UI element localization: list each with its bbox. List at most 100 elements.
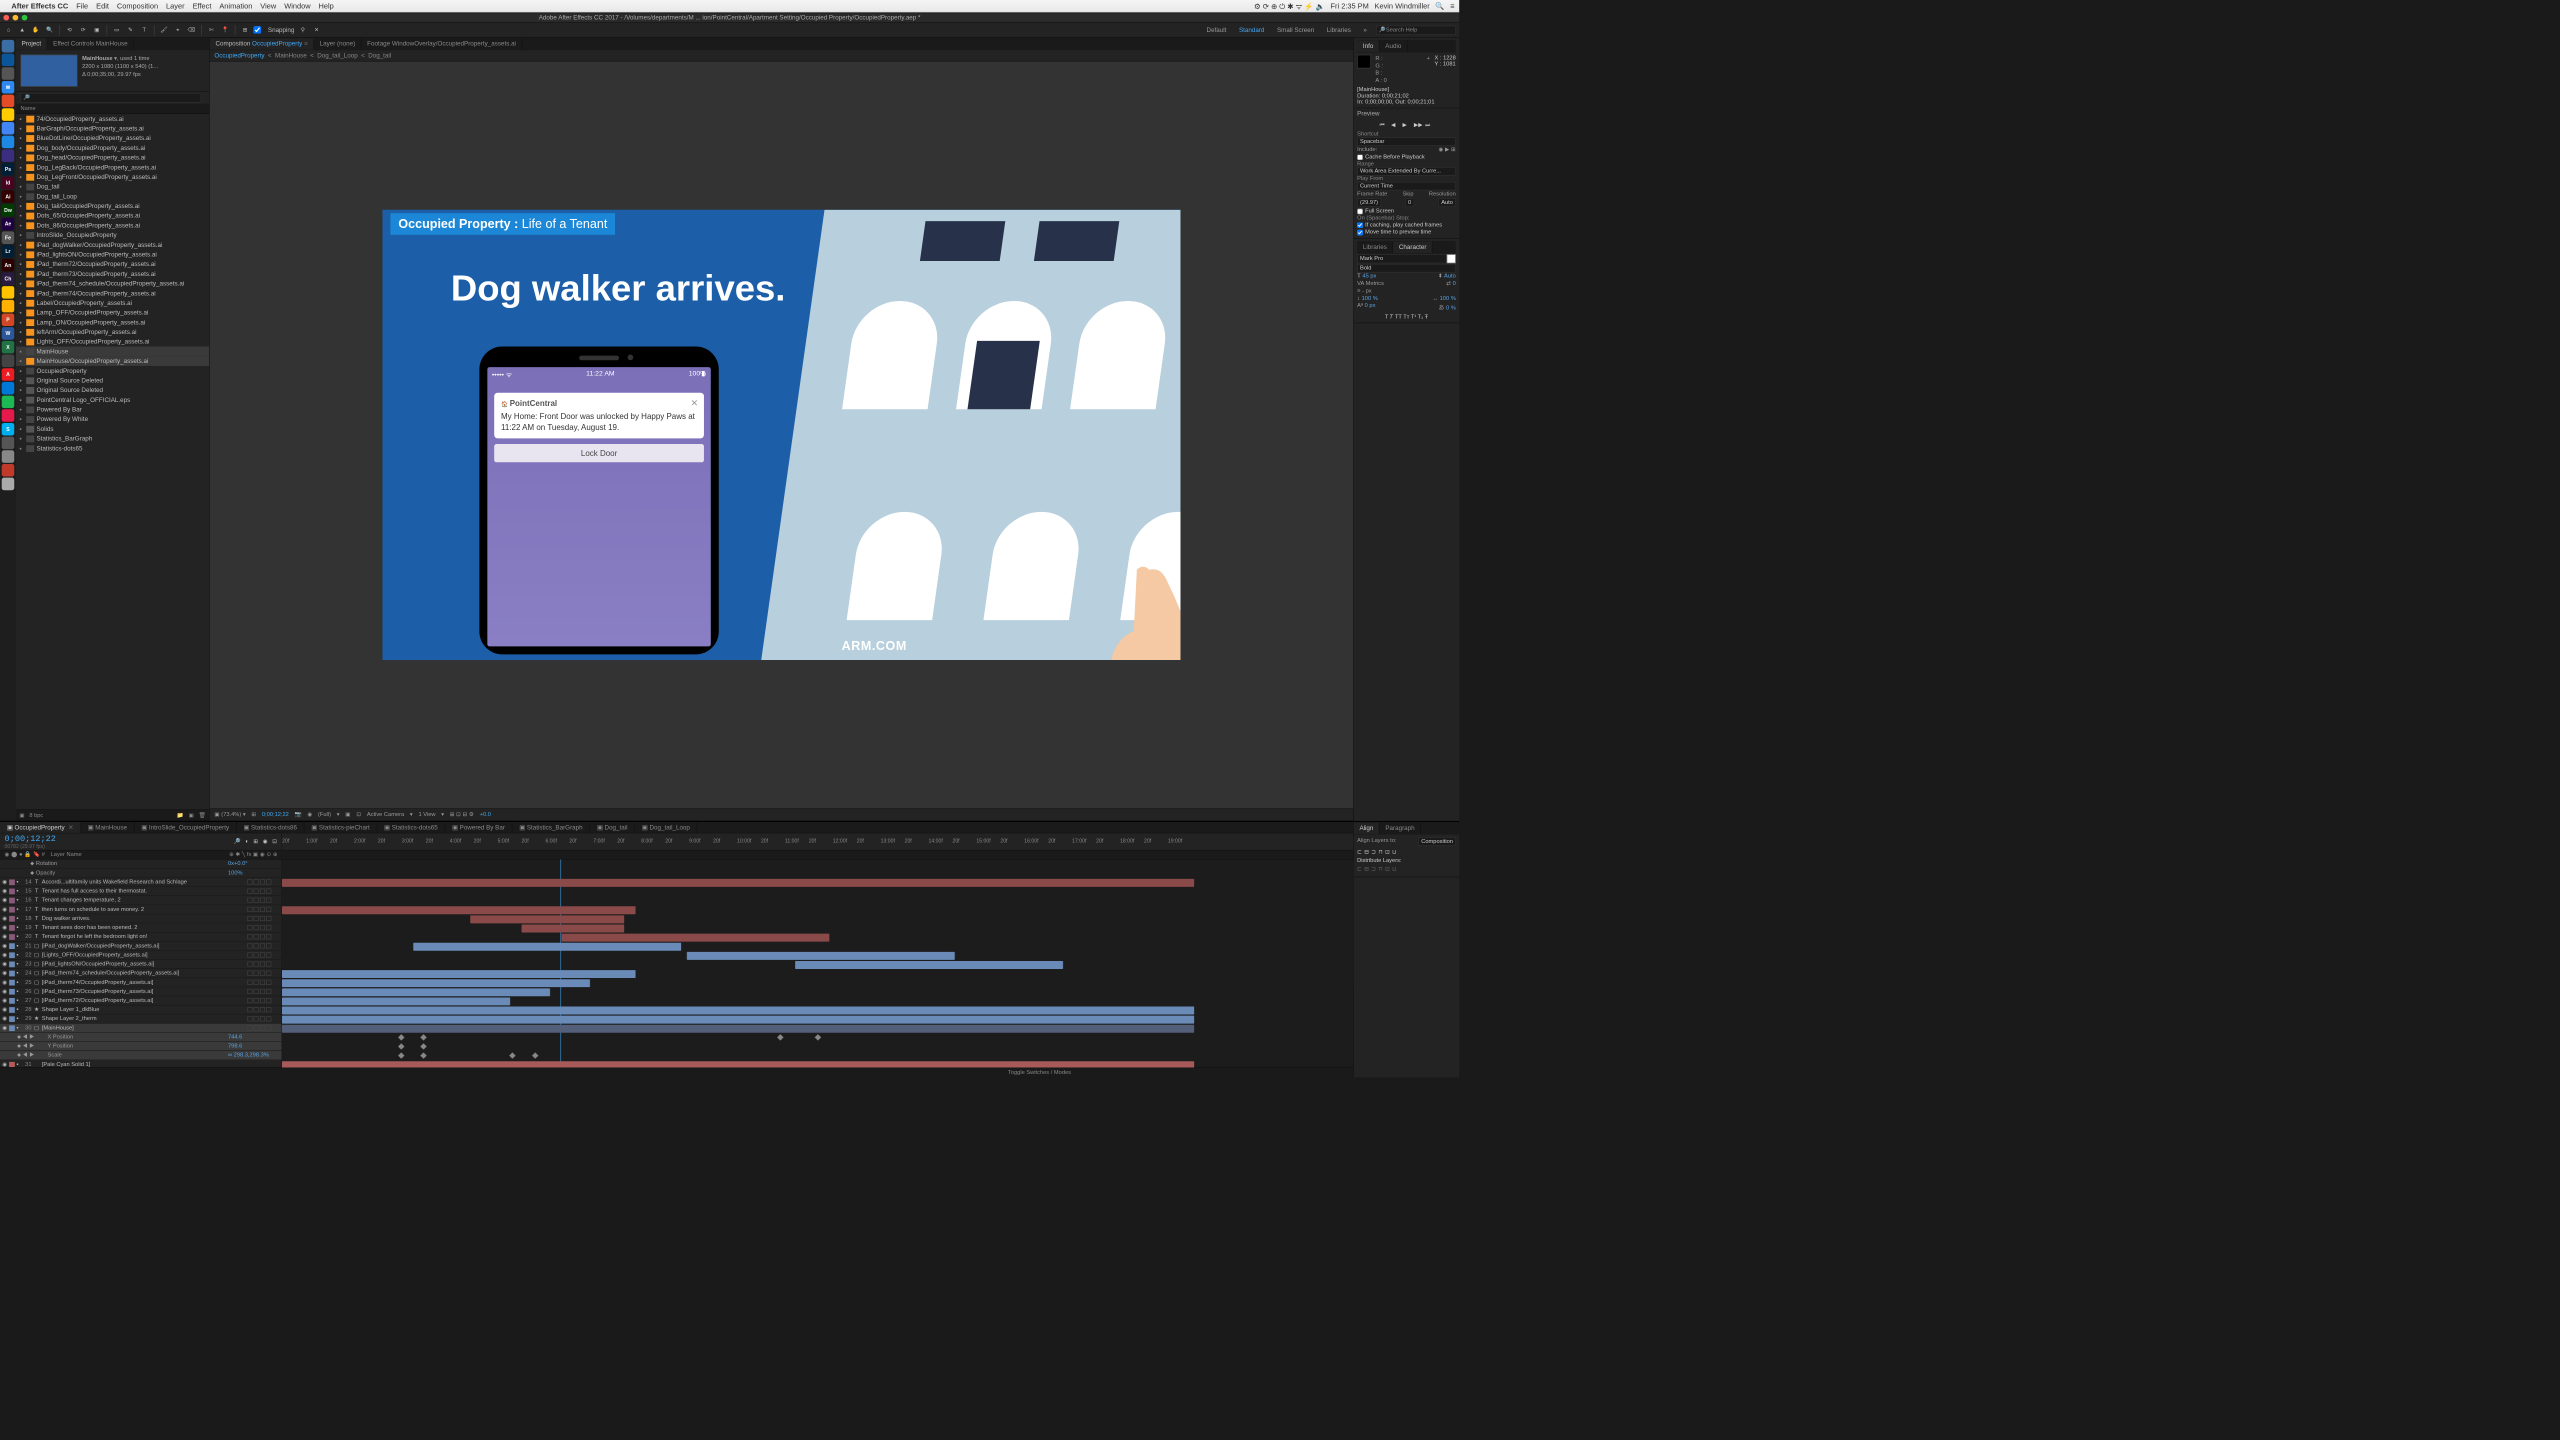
character-tab[interactable]: Character: [1393, 242, 1432, 253]
timeline-layer[interactable]: ◉▪23▢[iPad_lightsON/OccupiedProperty_ass…: [0, 960, 282, 969]
dock-app-icon[interactable]: Id: [2, 177, 15, 190]
workspace-standard[interactable]: Standard: [1236, 25, 1268, 34]
layer-viewer-tab[interactable]: Layer (none): [314, 38, 362, 49]
dock-app-icon[interactable]: [2, 286, 15, 299]
dock-app-icon[interactable]: [2, 437, 15, 450]
maximize-icon[interactable]: [22, 15, 28, 21]
dock-app-icon[interactable]: X: [2, 341, 15, 354]
menu-edit[interactable]: Edit: [96, 2, 109, 11]
dock-app-icon[interactable]: [2, 396, 15, 409]
menubar-user[interactable]: Kevin Windmiller: [1375, 2, 1430, 11]
menubar-clock[interactable]: Fri 2:35 PM: [1331, 2, 1369, 11]
project-item[interactable]: ▪Powered By White: [16, 414, 209, 424]
project-item[interactable]: ▪iPad_therm72/OccupiedProperty_assets.ai: [16, 259, 209, 269]
dock-app-icon[interactable]: Dw: [2, 204, 15, 217]
menu-window[interactable]: Window: [284, 2, 310, 11]
comp-viewer-tab[interactable]: Composition OccupiedProperty ≡: [210, 38, 314, 49]
project-item[interactable]: ▪Statistics_BarGraph: [16, 434, 209, 444]
project-search-input[interactable]: [21, 93, 201, 103]
align-to-select[interactable]: Composition: [1418, 837, 1455, 846]
project-item[interactable]: ▪Dog_LegBack/OccupiedProperty_assets.ai: [16, 162, 209, 172]
timeline-layer[interactable]: ◉▪21▢[iPad_dogWalker/OccupiedProperty_as…: [0, 942, 282, 951]
menu-animation[interactable]: Animation: [219, 2, 252, 11]
dock-app-icon[interactable]: [2, 409, 15, 422]
dock-app-icon[interactable]: Ch: [2, 272, 15, 285]
snapshot-icon[interactable]: 📷: [295, 812, 302, 818]
project-item[interactable]: ▪Dog_tail/OccupiedProperty_assets.ai: [16, 201, 209, 211]
project-item[interactable]: ▪Lamp_OFF/OccupiedProperty_assets.ai: [16, 308, 209, 318]
dock-app-icon[interactable]: ✉: [2, 81, 15, 94]
timeline-layer[interactable]: ◉▪16TTenant changes temperature, 2: [0, 896, 282, 905]
menu-layer[interactable]: Layer: [166, 2, 185, 11]
home-tool[interactable]: ⌂: [3, 25, 13, 35]
dock-app-icon[interactable]: A: [2, 368, 15, 381]
pen-tool[interactable]: ✎: [125, 25, 135, 35]
project-item[interactable]: ▪Dog_tail: [16, 182, 209, 192]
dock-app-icon[interactable]: Ps: [2, 163, 15, 176]
timeline-timecode[interactable]: 0;00;12;22: [5, 834, 56, 844]
clone-tool[interactable]: ⌖: [173, 25, 183, 35]
project-item[interactable]: ▪IntroSlide_OccupiedProperty: [16, 230, 209, 240]
crumb-4[interactable]: Dog_tail: [368, 52, 391, 59]
movetime-checkbox[interactable]: [1357, 229, 1363, 235]
project-item[interactable]: ▪Dots_65/OccupiedProperty_assets.ai: [16, 211, 209, 221]
project-item[interactable]: ▪iPad_lightsON/OccupiedProperty_assets.a…: [16, 250, 209, 260]
project-item[interactable]: ▪BarGraph/OccupiedProperty_assets.ai: [16, 124, 209, 134]
project-item[interactable]: ▪Dog_body/OccupiedProperty_assets.ai: [16, 143, 209, 153]
project-col-name[interactable]: Name: [21, 105, 36, 111]
paragraph-tab[interactable]: Paragraph: [1380, 823, 1421, 834]
menu-view[interactable]: View: [260, 2, 276, 11]
info-tab[interactable]: Info: [1357, 40, 1379, 51]
channel-icon[interactable]: ◉: [307, 812, 312, 818]
effect-controls-tab[interactable]: Effect Controls MainHouse: [47, 38, 133, 49]
menubar-status-icons[interactable]: ⚙ ⟳ ⊕ ⏻ ✱ ᯤ ⚡ 🔈: [1254, 1, 1325, 11]
viewer-timecode[interactable]: 0;00;12;22: [262, 812, 289, 818]
style-select[interactable]: Bold: [1357, 264, 1456, 273]
brush-tool[interactable]: 🖌: [159, 25, 169, 35]
project-item[interactable]: ▪MainHouse/OccupiedProperty_assets.ai: [16, 356, 209, 366]
dock-app-icon[interactable]: [2, 149, 15, 162]
workspace-small[interactable]: Small Screen: [1274, 25, 1318, 34]
app-name[interactable]: After Effects CC: [11, 2, 68, 11]
caching-checkbox[interactable]: [1357, 222, 1363, 228]
fullscreen-checkbox[interactable]: [1357, 208, 1363, 214]
framerate-select[interactable]: (29.97): [1357, 198, 1381, 207]
camera-dropdown[interactable]: Active Camera: [367, 812, 404, 818]
views-dropdown[interactable]: 1 View: [418, 812, 435, 818]
local-axis[interactable]: ⊞: [240, 25, 250, 35]
selection-tool[interactable]: ▲: [17, 25, 27, 35]
project-item[interactable]: ▪Powered By Bar: [16, 405, 209, 415]
project-item[interactable]: ▪Solids: [16, 424, 209, 434]
timeline-tab[interactable]: ▣ MainHouse: [81, 822, 135, 833]
timeline-layer[interactable]: ◉▪30▢[MainHouse]: [0, 1024, 282, 1033]
project-item[interactable]: ▪Dog_LegFront/OccupiedProperty_assets.ai: [16, 172, 209, 182]
interpret-icon[interactable]: ▣: [19, 812, 24, 818]
dock-app-icon[interactable]: [2, 355, 15, 368]
dock-app-icon[interactable]: [2, 54, 15, 67]
timeline-tab[interactable]: ▣ Dog_tail_Loop: [635, 822, 697, 833]
resolution-dropdown[interactable]: (Full): [318, 812, 331, 818]
project-item[interactable]: ▪Dog_tail_Loop: [16, 192, 209, 202]
timeline-tracks[interactable]: [282, 860, 1353, 1067]
zoom-tool[interactable]: 🔍: [44, 25, 54, 35]
close-icon[interactable]: [3, 15, 9, 21]
project-item[interactable]: ▪Statistics-dots65: [16, 443, 209, 453]
project-tab[interactable]: Project: [16, 38, 47, 49]
timeline-layer[interactable]: ◉▪28★Shape Layer 1_dkBlue: [0, 1005, 282, 1014]
timeline-layer[interactable]: ◉▪27▢[iPad_therm72/OccupiedProperty_asse…: [0, 996, 282, 1005]
workspace-default[interactable]: Default: [1203, 25, 1230, 34]
eraser-tool[interactable]: ⌫: [186, 25, 196, 35]
timeline-tab[interactable]: ▣ IntroSlide_OccupiedProperty: [134, 822, 236, 833]
dock-app-icon[interactable]: [2, 382, 15, 395]
shortcut-select[interactable]: Spacebar: [1357, 137, 1456, 146]
project-item-list[interactable]: ▪74/OccupiedProperty_assets.ai▪BarGraph/…: [16, 114, 209, 809]
dock-app-icon[interactable]: [2, 122, 15, 135]
project-item[interactable]: ▪Original Source Deleted: [16, 385, 209, 395]
dock-app-icon[interactable]: Ae: [2, 218, 15, 231]
snap-opt2-icon[interactable]: ✕: [312, 25, 322, 35]
workspace-libraries[interactable]: Libraries: [1323, 25, 1354, 34]
shape-tool[interactable]: ▭: [112, 25, 122, 35]
dock-app-icon[interactable]: S: [2, 423, 15, 436]
timeline-layer[interactable]: ◉▪24▢[iPad_therm74_schedule/OccupiedProp…: [0, 969, 282, 978]
crumb-3[interactable]: Dog_tail_Loop: [317, 52, 357, 59]
